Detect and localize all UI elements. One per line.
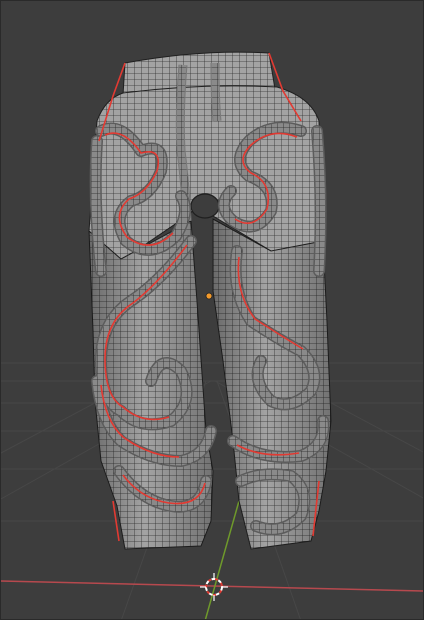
object-origin[interactable] bbox=[205, 292, 213, 300]
x-axis-line bbox=[1, 580, 423, 592]
pants-mesh[interactable] bbox=[88, 51, 332, 550]
crotch-opening bbox=[190, 193, 220, 219]
drawstring-right bbox=[211, 62, 221, 122]
3d-viewport[interactable] bbox=[0, 0, 424, 620]
